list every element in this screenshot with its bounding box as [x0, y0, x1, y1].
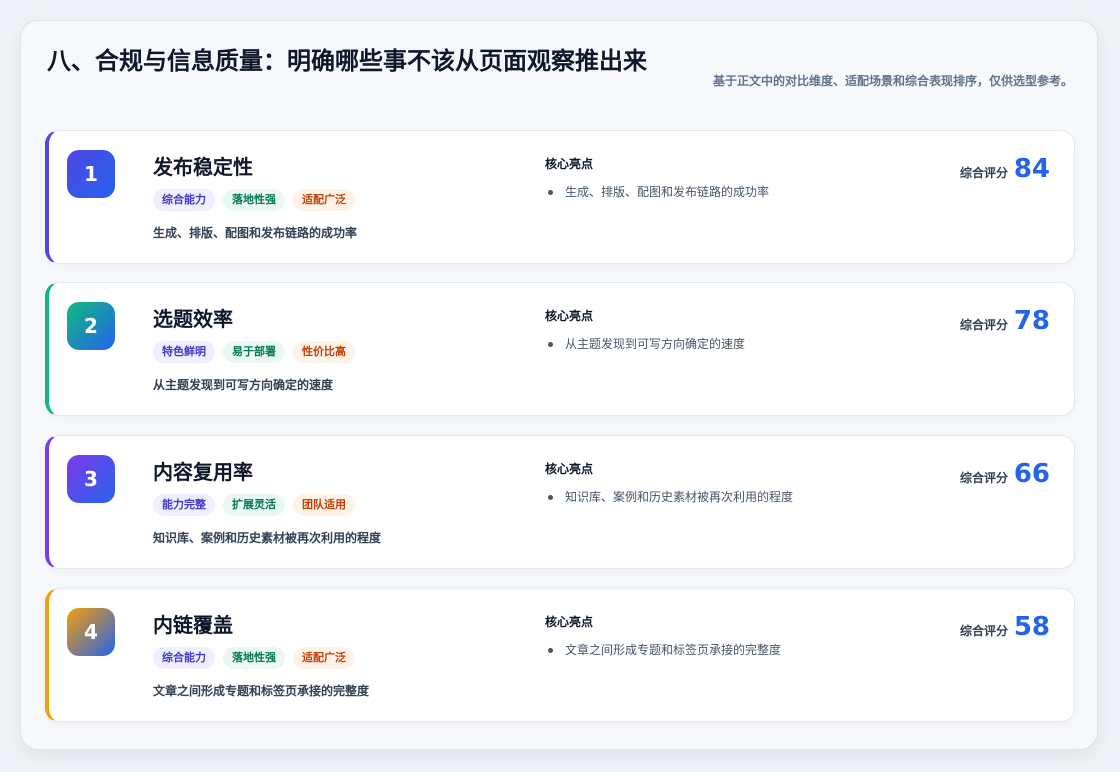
- score-value: 84: [1013, 154, 1050, 184]
- rank-badge: 2: [67, 302, 115, 350]
- card-description: 知识库、案例和历史素材被再次利用的程度: [153, 531, 382, 545]
- card-description: 文章之间形成专题和标签页承接的完整度: [153, 684, 370, 698]
- card-title: 选题效率: [153, 307, 233, 331]
- bullet-icon: [548, 341, 553, 347]
- bullet-icon: [548, 647, 553, 653]
- highlight-item: 从主题发现到可写方向确定的速度: [545, 335, 745, 353]
- highlight-item: 生成、排版、配图和发布链路的成功率: [545, 183, 769, 201]
- highlight-item: 知识库、案例和历史素材被再次利用的程度: [545, 488, 793, 506]
- tag: 扩展灵活: [223, 494, 285, 516]
- score-value: 66: [1013, 459, 1050, 489]
- card-description: 生成、排版、配图和发布链路的成功率: [153, 226, 358, 240]
- tag: 综合能力: [153, 189, 215, 211]
- highlights-title: 核心亮点: [545, 462, 594, 476]
- tag-list: 能力完整 扩展灵活 团队适用: [153, 494, 355, 516]
- score-value: 58: [1013, 612, 1050, 642]
- highlights-title: 核心亮点: [545, 615, 594, 629]
- bullet-icon: [548, 189, 553, 195]
- score-label: 综合评分: [959, 318, 1008, 332]
- tag: 性价比高: [293, 341, 355, 363]
- rank-badge: 1: [67, 150, 115, 198]
- tag-list: 综合能力 落地性强 适配广泛: [153, 647, 355, 669]
- tag: 适配广泛: [293, 647, 355, 669]
- tag: 综合能力: [153, 647, 215, 669]
- score-label: 综合评分: [959, 624, 1008, 638]
- card-description: 从主题发现到可写方向确定的速度: [153, 378, 334, 392]
- score-label: 综合评分: [959, 471, 1008, 485]
- tag-list: 特色鲜明 易于部署 性价比高: [153, 341, 355, 363]
- highlight-text: 知识库、案例和历史素材被再次利用的程度: [565, 490, 794, 504]
- highlight-text: 从主题发现到可写方向确定的速度: [565, 337, 746, 351]
- tag: 落地性强: [223, 189, 285, 211]
- page-title: 八、合规与信息质量：明确哪些事不该从页面观察推出来: [47, 47, 647, 75]
- rank-badge: 3: [67, 455, 115, 503]
- tag: 特色鲜明: [153, 341, 215, 363]
- ranking-card-2: 2 选题效率 特色鲜明 易于部署 性价比高 从主题发现到可写方向确定的速度 核心…: [45, 282, 1075, 416]
- tag: 能力完整: [153, 494, 215, 516]
- page-subtitle: 基于正文中的对比维度、适配场景和综合表现排序，仅供选型参考。: [712, 74, 1073, 88]
- highlight-text: 生成、排版、配图和发布链路的成功率: [565, 185, 770, 199]
- ranking-panel: 八、合规与信息质量：明确哪些事不该从页面观察推出来 基于正文中的对比维度、适配场…: [20, 20, 1098, 750]
- bullet-icon: [548, 494, 553, 500]
- highlight-text: 文章之间形成专题和标签页承接的完整度: [565, 643, 782, 657]
- ranking-card-4: 4 内链覆盖 综合能力 落地性强 适配广泛 文章之间形成专题和标签页承接的完整度…: [45, 588, 1075, 722]
- tag: 易于部署: [223, 341, 285, 363]
- tag-list: 综合能力 落地性强 适配广泛: [153, 189, 355, 211]
- card-title: 内链覆盖: [153, 613, 233, 637]
- ranking-card-3: 3 内容复用率 能力完整 扩展灵活 团队适用 知识库、案例和历史素材被再次利用的…: [45, 435, 1075, 569]
- highlights-title: 核心亮点: [545, 157, 594, 171]
- card-title: 内容复用率: [153, 460, 253, 484]
- ranking-card-1: 1 发布稳定性 综合能力 落地性强 适配广泛 生成、排版、配图和发布链路的成功率…: [45, 130, 1075, 264]
- highlights-title: 核心亮点: [545, 309, 594, 323]
- score-label: 综合评分: [959, 166, 1008, 180]
- tag: 适配广泛: [293, 189, 355, 211]
- highlight-item: 文章之间形成专题和标签页承接的完整度: [545, 641, 781, 659]
- panel-header: 八、合规与信息质量：明确哪些事不该从页面观察推出来 基于正文中的对比维度、适配场…: [47, 45, 1073, 115]
- rank-badge: 4: [67, 608, 115, 656]
- card-title: 发布稳定性: [153, 155, 253, 179]
- score-value: 78: [1013, 306, 1050, 336]
- tag: 落地性强: [223, 647, 285, 669]
- tag: 团队适用: [293, 494, 355, 516]
